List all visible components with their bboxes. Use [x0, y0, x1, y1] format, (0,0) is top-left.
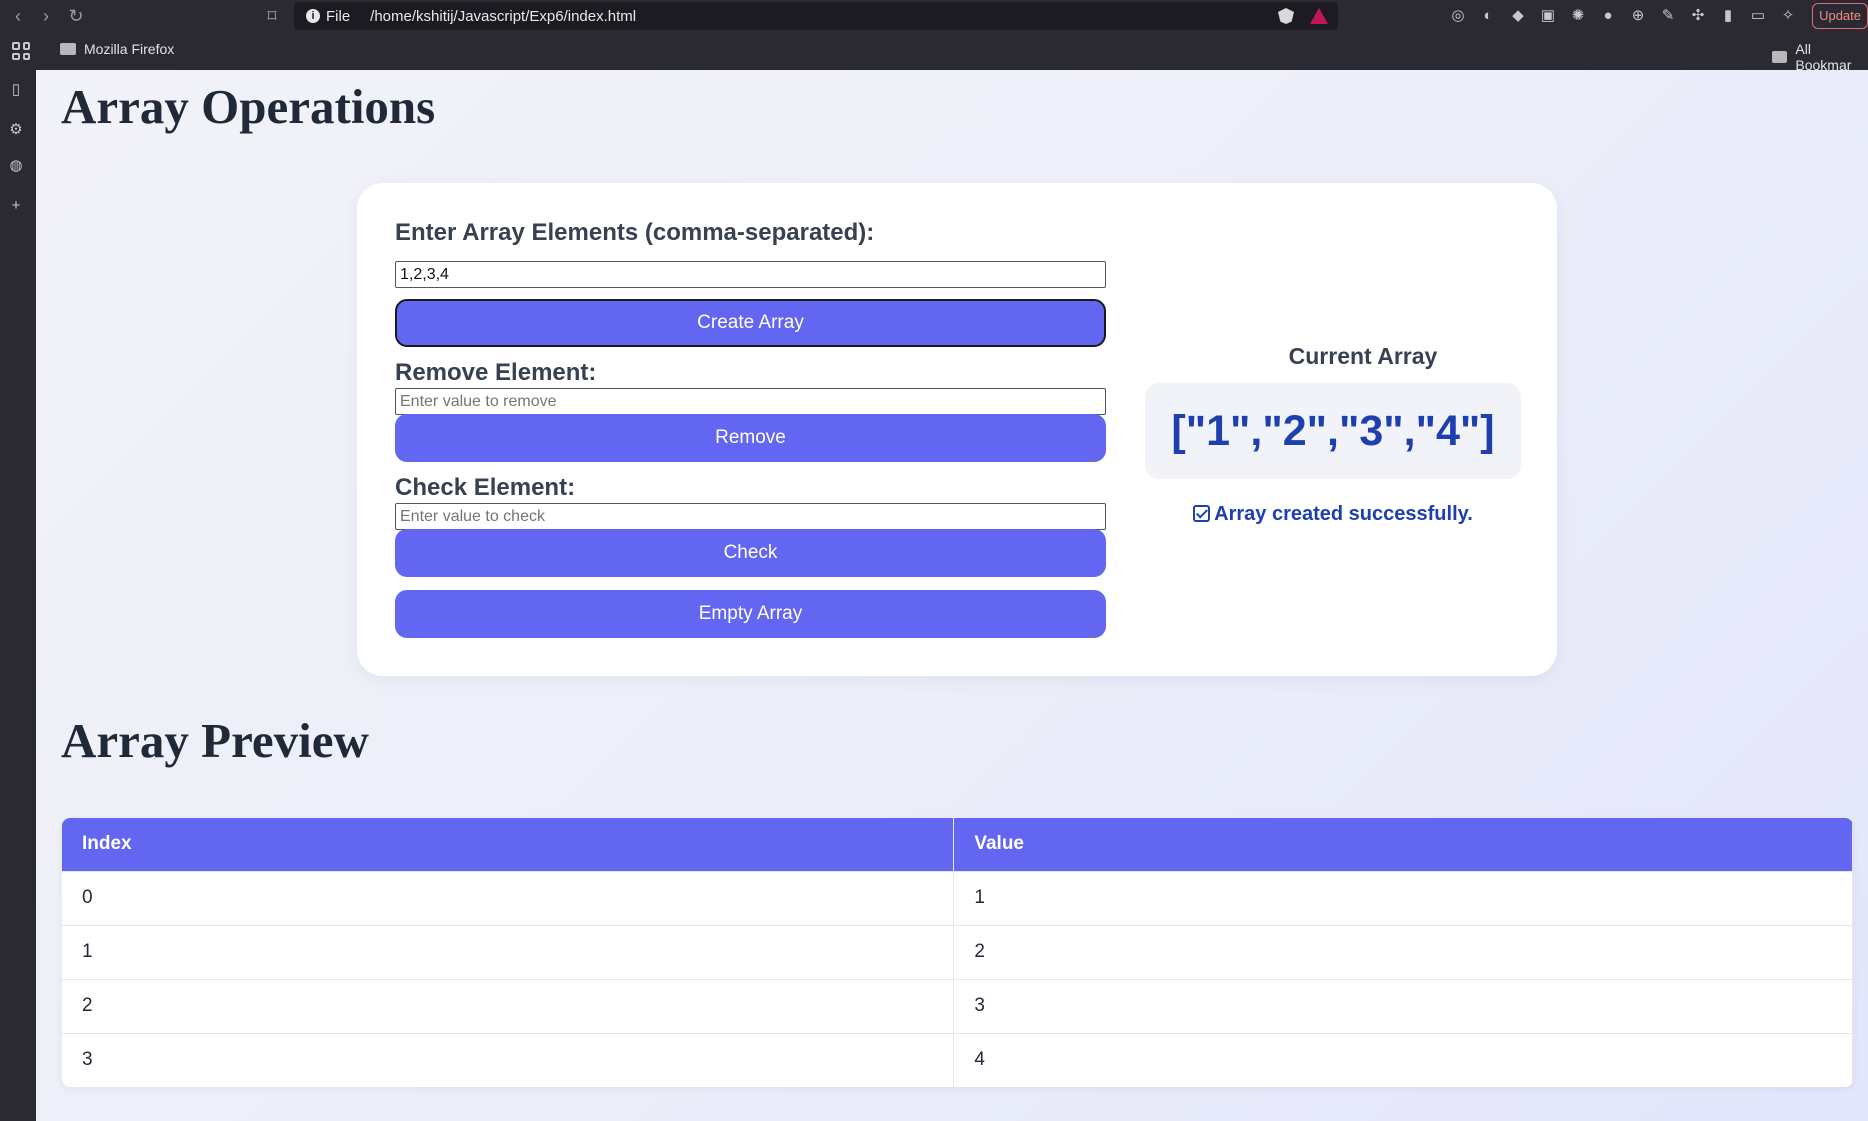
leo-icon[interactable]: ✧ [1778, 6, 1798, 26]
checkbox-icon [1193, 505, 1211, 522]
operations-card: Enter Array Elements (comma-separated): … [357, 183, 1557, 676]
apps-icon[interactable] [12, 42, 30, 60]
status-text: Array created successfully. [1214, 503, 1473, 525]
sidebar-panel-icon[interactable]: ▯ [6, 80, 26, 100]
page-content: Array Operations Enter Array Elements (c… [36, 70, 1868, 1121]
cell-value: 3 [953, 978, 1853, 1033]
table-row: 1 2 [62, 924, 1853, 979]
extension-icon[interactable]: ✺ [1568, 6, 1588, 26]
settings-icon[interactable]: ⚙ [6, 120, 26, 140]
bookmark-folder-firefox[interactable]: Mozilla Firefox [60, 41, 174, 57]
info-icon[interactable]: i [306, 9, 320, 23]
extension-icon[interactable]: ● [1598, 6, 1618, 26]
cell-value: 1 [953, 870, 1853, 925]
reload-icon[interactable]: ↻ [64, 4, 88, 28]
bookmark-icon[interactable]: ⌑ [260, 4, 284, 28]
url-bar[interactable]: i File /home/kshitij/Javascript/Exp6/ind… [294, 2, 1338, 30]
browser-sidebar: ▯ ⚙ ◍ + [0, 70, 36, 1121]
empty-array-button[interactable]: Empty Array [395, 590, 1106, 638]
create-label: Enter Array Elements (comma-separated): [395, 219, 875, 246]
update-button[interactable]: Update [1812, 3, 1868, 29]
remove-label: Remove Element: [395, 359, 597, 386]
bookmark-label: Mozilla Firefox [84, 41, 175, 57]
current-array-title: Current Array [1288, 343, 1438, 369]
page-title: Array Operations [61, 79, 436, 134]
puzzle-icon[interactable]: ✣ [1688, 6, 1708, 26]
folder-icon [1772, 51, 1788, 63]
folder-icon [60, 43, 76, 55]
preview-title: Array Preview [61, 713, 369, 768]
extension-icon[interactable]: ◐ [1478, 6, 1498, 26]
table-row: 0 1 [62, 870, 1853, 925]
table-row: 3 4 [62, 1032, 1853, 1087]
table-row: 2 3 [62, 978, 1853, 1033]
remove-input[interactable] [395, 388, 1106, 415]
add-icon[interactable]: + [6, 196, 26, 216]
forward-icon[interactable]: › [34, 4, 58, 28]
current-array-display: ["1","2","3","4"] [1145, 383, 1521, 479]
extension-icon[interactable]: ◎ [1448, 6, 1468, 26]
table-header-row: Index Value [62, 818, 1853, 871]
globe-icon[interactable]: ◍ [6, 156, 26, 176]
extension-icon[interactable]: ⊕ [1628, 6, 1648, 26]
sidebar-toggle-icon[interactable]: ▮ [1718, 6, 1738, 26]
extension-icons: ◎ ◐ ◆ ▣ ✺ ● ⊕ ✎ ✣ ▮ ▭ ✧ [1448, 6, 1798, 26]
check-button[interactable]: Check [395, 529, 1106, 577]
status-message: Array created successfully. [1145, 503, 1521, 526]
cell-index: 3 [62, 1032, 955, 1087]
cell-index: 1 [62, 924, 955, 979]
check-label: Check Element: [395, 474, 576, 501]
header-value: Value [953, 818, 1853, 871]
bookmarks-bar: Mozilla Firefox All Bookmar [0, 32, 1868, 73]
cell-index: 2 [62, 978, 955, 1033]
pen-icon[interactable]: ✎ [1658, 6, 1678, 26]
bookmark-label: All Bookmar [1795, 41, 1852, 73]
cell-index: 0 [62, 870, 955, 925]
cell-value: 2 [953, 924, 1853, 979]
all-bookmarks-folder[interactable]: All Bookmar [1772, 41, 1868, 73]
header-index: Index [62, 818, 955, 871]
create-array-button[interactable]: Create Array [395, 299, 1106, 347]
check-input[interactable] [395, 503, 1106, 530]
array-input[interactable] [395, 261, 1106, 288]
remove-button[interactable]: Remove [395, 414, 1106, 462]
array-preview-table: Index Value 0 1 1 2 2 3 3 4 [62, 818, 1853, 1087]
current-array-value: ["1","2","3","4"] [1171, 406, 1495, 455]
rewards-icon[interactable] [1310, 8, 1328, 24]
url-text[interactable]: /home/kshitij/Javascript/Exp6/index.html [370, 8, 636, 25]
extension-icon[interactable]: ▣ [1538, 6, 1558, 26]
cell-value: 4 [953, 1032, 1853, 1087]
wallet-icon[interactable]: ▭ [1748, 6, 1768, 26]
url-scheme-label: File [326, 7, 351, 25]
brave-shield-icon[interactable] [1278, 8, 1294, 24]
extension-icon[interactable]: ◆ [1508, 6, 1528, 26]
back-icon[interactable]: ‹ [6, 4, 30, 28]
browser-toolbar: ‹ › ↻ ⌑ i File /home/kshitij/Javascript/… [0, 0, 1868, 32]
